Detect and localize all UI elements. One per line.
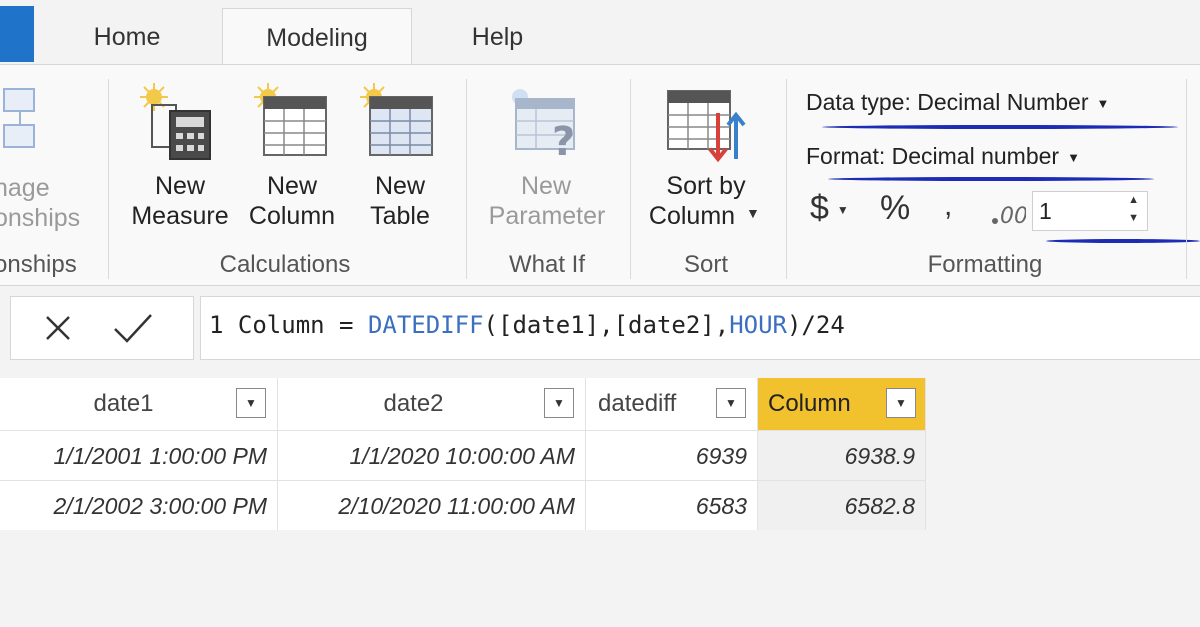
tab-help[interactable]: Help (430, 14, 565, 64)
decimal-places-spinner[interactable]: 1 ▲ ▼ (1032, 191, 1148, 231)
tab-home[interactable]: Home (52, 14, 202, 64)
column-header-column[interactable]: Column ▼ (758, 378, 926, 430)
comma-style-button[interactable]: , (944, 189, 952, 223)
pen-underline (822, 125, 1178, 129)
formula-suffix: )/24 (786, 311, 845, 339)
table-cell[interactable]: 1/1/2001 1:00:00 PM (0, 430, 278, 480)
currency-button[interactable]: $ ▼ (810, 189, 849, 228)
formula-line-number: 1 (209, 311, 224, 339)
column-header-date2[interactable]: date2 ▼ (278, 378, 586, 430)
new-measure-label-2: Measure (131, 202, 229, 230)
sort-group-label: Sort (683, 251, 728, 278)
new-parameter-icon: ? (512, 89, 575, 161)
data-type-dropdown[interactable]: Data type: Decimal Number ▼ (806, 89, 1109, 116)
data-type-label: Data type: Decimal Number (806, 89, 1089, 115)
formula-bar: 1 Column = DATEDIFF([date1],[date2],HOUR… (0, 286, 1200, 372)
column-header-label: datediff (598, 390, 677, 417)
formula-function: DATEDIFF (367, 311, 484, 339)
table-cell[interactable]: 6939 (586, 430, 758, 480)
new-table-label-1: New (374, 172, 425, 200)
filter-dropdown-icon[interactable]: ▼ (236, 388, 266, 418)
new-parameter-label-1: New (520, 172, 571, 200)
ribbon: nage onships onships New Measure New Col… (0, 64, 1200, 286)
group-divider (786, 79, 787, 279)
ribbon-tab-bar: Home Modeling Help (0, 0, 1200, 67)
svg-text:?: ? (552, 119, 575, 161)
table-cell[interactable]: 2/1/2002 3:00:00 PM (0, 480, 278, 530)
group-divider (108, 79, 109, 279)
column-header-label: date1 (93, 390, 154, 417)
relationships-group-label: onships (0, 251, 77, 278)
relationships-icon (3, 88, 35, 148)
currency-icon: $ (810, 189, 829, 227)
formula-buttons (10, 296, 194, 360)
sort-by-column-label-2: Column (648, 202, 736, 230)
sort-by-column-label-1: Sort by (666, 172, 746, 200)
new-table-icon (360, 83, 433, 156)
table-cell[interactable]: 2/10/2020 11:00:00 AM (278, 480, 586, 530)
formula-text: 1 Column = DATEDIFF([date1],[date2],HOUR… (209, 311, 845, 339)
new-column-icon (254, 83, 327, 156)
chevron-down-icon: ▼ (1096, 96, 1110, 112)
formula-keyword: HOUR (729, 311, 787, 339)
group-divider (630, 79, 631, 279)
new-column-label-2: Column (248, 202, 336, 230)
new-measure-label-1: New (154, 172, 205, 200)
manage-relationships-label-2: onships (0, 204, 81, 232)
sort-by-column-icon (667, 90, 746, 163)
tab-modeling[interactable]: Modeling (222, 8, 412, 67)
calculations-group-label: Calculations (219, 251, 351, 278)
group-divider (1186, 79, 1187, 279)
filter-dropdown-icon[interactable]: ▼ (716, 388, 746, 418)
formula-prefix: Column = (223, 311, 368, 339)
commit-check-icon[interactable] (111, 311, 155, 345)
pen-underline (1046, 239, 1200, 243)
file-tab[interactable] (0, 6, 34, 62)
column-header-label: date2 (383, 390, 444, 417)
cancel-icon[interactable] (43, 313, 73, 343)
new-measure-icon (140, 83, 211, 160)
new-parameter-label-2: Parameter (488, 202, 606, 230)
spinner-up-icon[interactable]: ▲ (1128, 194, 1139, 206)
column-header-datediff[interactable]: datediff ▼ (586, 378, 758, 430)
percent-button[interactable]: % (880, 189, 910, 228)
formula-args: ([date1],[date2], (483, 311, 730, 339)
column-header-date1[interactable]: date1 ▼ (0, 378, 278, 430)
chevron-down-icon: ▼ (836, 203, 849, 218)
format-dropdown[interactable]: Format: Decimal number ▼ (806, 143, 1080, 170)
filter-dropdown-icon[interactable]: ▼ (544, 388, 574, 418)
svg-text:00: 00 (1000, 204, 1026, 227)
table-cell[interactable]: 1/1/2020 10:00:00 AM (278, 430, 586, 480)
column-header-label: Column (768, 390, 851, 417)
decimal-places-value: 1 (1039, 198, 1052, 224)
chevron-down-icon: ▼ (1067, 150, 1080, 166)
filter-dropdown-icon[interactable]: ▼ (886, 388, 916, 418)
table-cell[interactable]: 6583 (586, 480, 758, 530)
new-column-label-1: New (266, 172, 317, 200)
group-divider (466, 79, 467, 279)
chevron-down-icon: ▼ (746, 205, 760, 221)
manage-relationships-label-1: nage (0, 174, 50, 202)
new-table-label-2: Table (370, 202, 430, 230)
spinner-down-icon[interactable]: ▼ (1128, 212, 1139, 224)
decimal-places-icon: 00 (992, 204, 1026, 227)
data-grid: date1 ▼ date2 ▼ datediff ▼ Column ▼ 1/1/… (0, 378, 926, 530)
pen-underline (828, 177, 1154, 181)
what-if-group-label: What If (508, 251, 586, 278)
formatting-group-label: Formatting (927, 251, 1043, 278)
format-label: Format: Decimal number (806, 143, 1060, 169)
table-cell[interactable]: 6938.9 (758, 430, 926, 480)
formula-input[interactable]: 1 Column = DATEDIFF([date1],[date2],HOUR… (200, 296, 1200, 360)
table-cell[interactable]: 6582.8 (758, 480, 926, 530)
